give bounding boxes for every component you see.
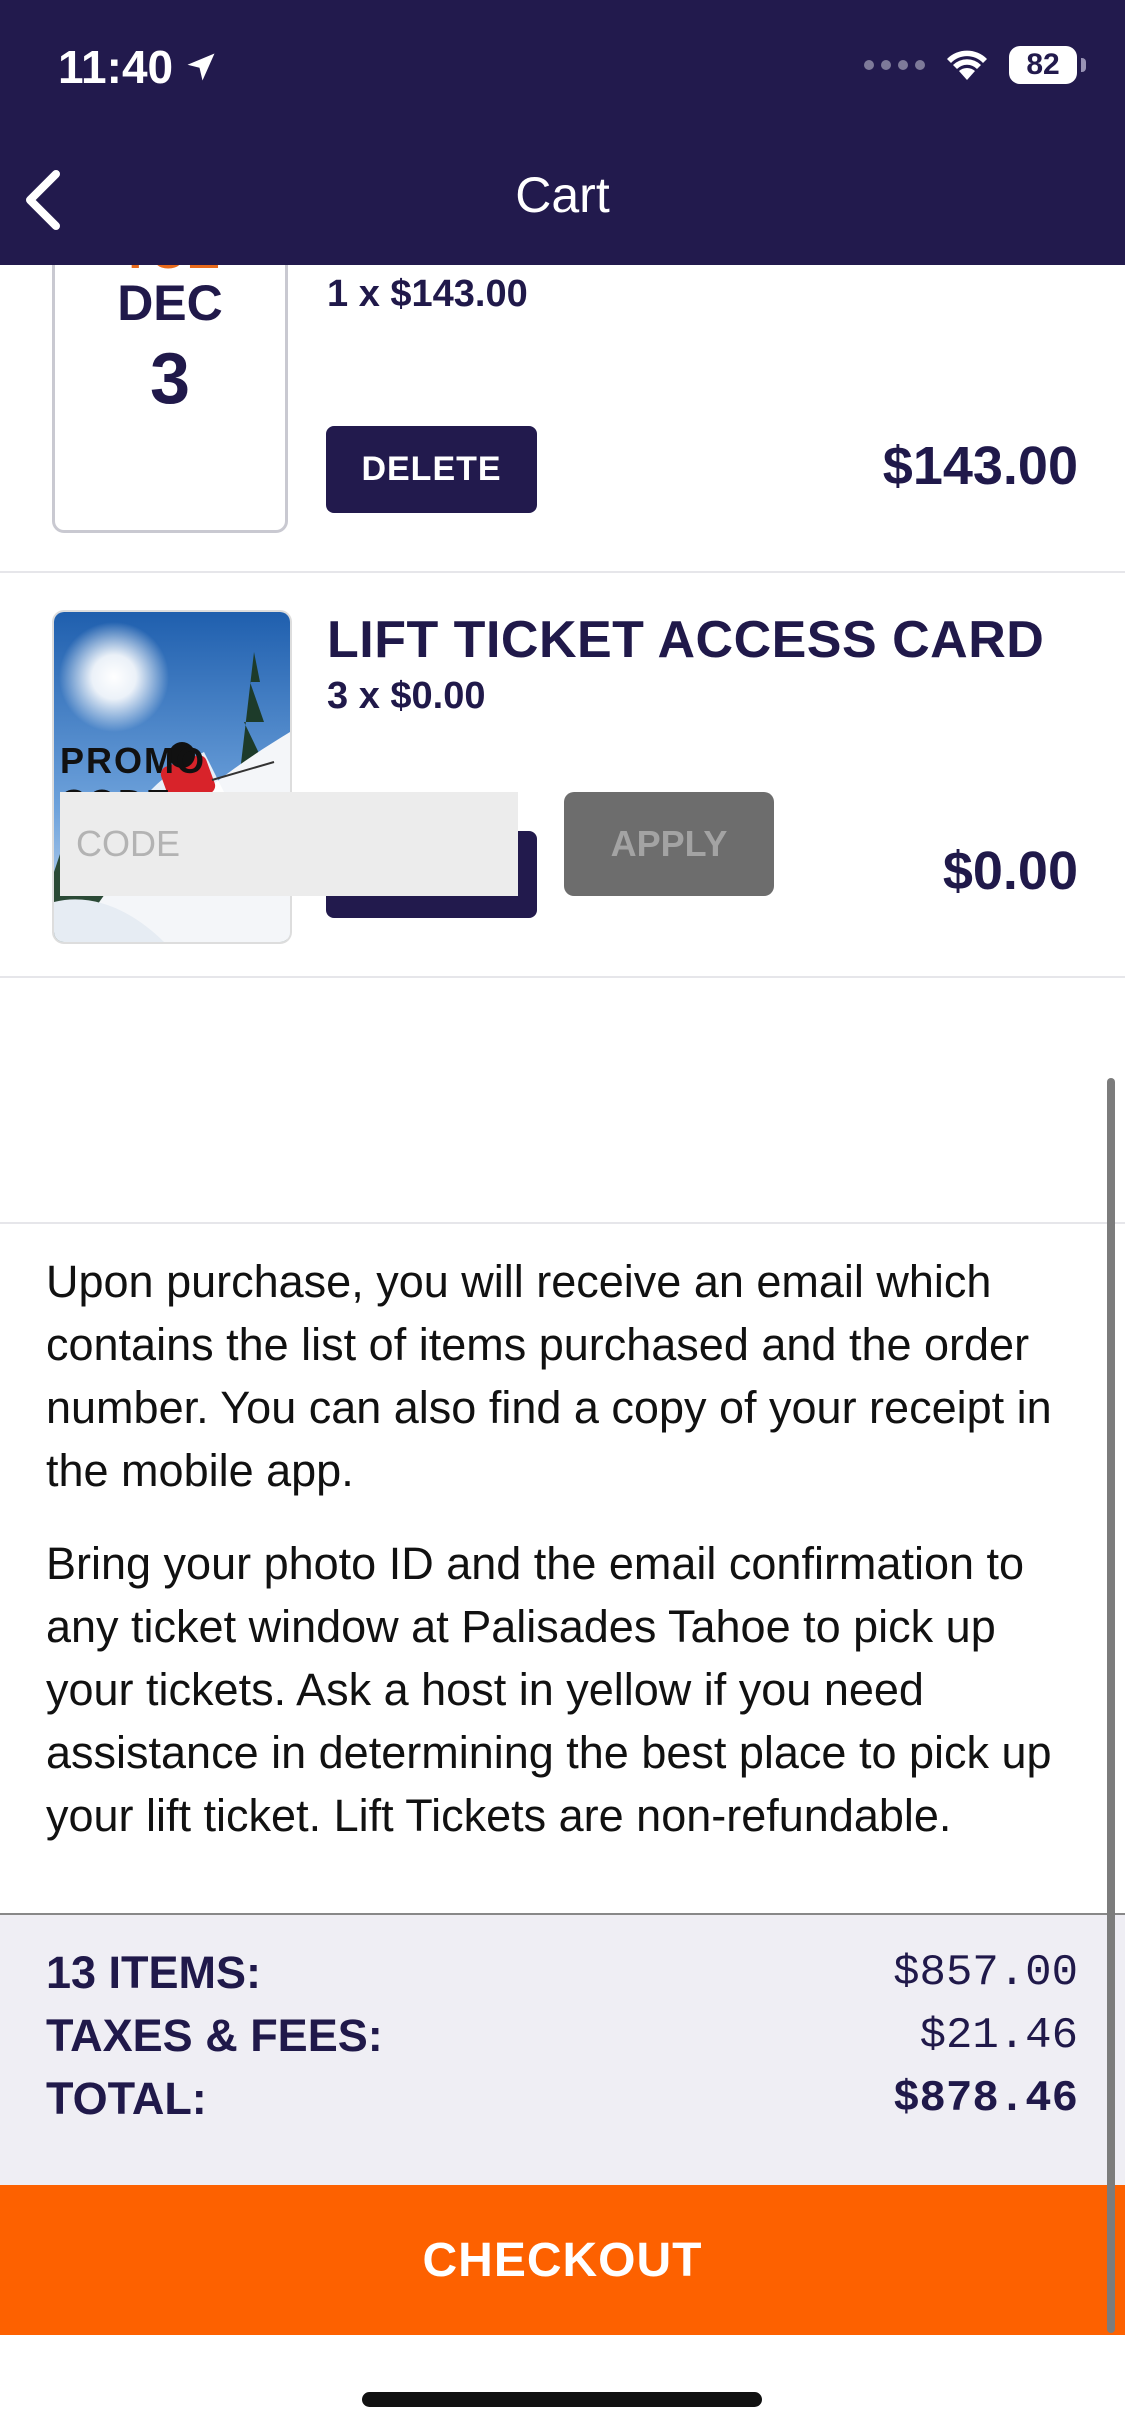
- item-quantity: 3 x $0.00: [327, 675, 486, 717]
- checkout-button[interactable]: CHECKOUT: [0, 2185, 1125, 2335]
- item-divider: [0, 976, 1125, 978]
- date-month: DEC: [117, 275, 223, 331]
- status-time: 11:40: [58, 40, 219, 94]
- pickup-info-text: Bring your photo ID and the email confir…: [46, 1538, 1052, 1841]
- items-count-label: 13 ITEMS:: [46, 1947, 262, 1998]
- wifi-icon: [947, 50, 987, 80]
- item-title: LIFT TICKET ACCESS CARD: [327, 611, 1045, 669]
- battery-icon: 82: [1009, 46, 1086, 84]
- receipt-info-text: Upon purchase, you will receive an email…: [46, 1256, 1052, 1496]
- home-indicator[interactable]: [362, 2392, 762, 2407]
- promo-code-input[interactable]: [60, 792, 518, 896]
- date-day: 3: [149, 339, 191, 419]
- taxes-value: $21.46: [919, 2011, 1078, 2061]
- battery-level: 82: [1026, 48, 1060, 81]
- summary-total-row: TOTAL: $878.46: [46, 2073, 1078, 2125]
- items-subtotal: $857.00: [893, 1948, 1078, 1998]
- order-summary: 13 ITEMS: $857.00 TAXES & FEES: $21.46 T…: [0, 1913, 1125, 2187]
- page-title: Cart: [515, 167, 610, 223]
- delete-button[interactable]: DELETE: [326, 426, 537, 513]
- cart-content[interactable]: TUE DEC 3 1 x $143.00 DELETE $143.00: [0, 265, 1125, 1915]
- scrollbar[interactable]: [1107, 1078, 1115, 2333]
- section-divider: [0, 1222, 1125, 1224]
- apply-button[interactable]: APPLY: [564, 792, 774, 896]
- app-header: 11:40 82 Cart: [0, 0, 1125, 265]
- taxes-label: TAXES & FEES:: [46, 2010, 383, 2061]
- status-indicators: 82: [864, 46, 1086, 84]
- summary-taxes-row: TAXES & FEES: $21.46: [46, 2010, 1078, 2062]
- item-line-total: $0.00: [942, 841, 1078, 901]
- item-line-total: $143.00: [882, 436, 1078, 496]
- total-value: $878.46: [893, 2074, 1078, 2124]
- item-divider: [0, 571, 1125, 573]
- location-arrow-icon: [187, 53, 215, 81]
- cellular-signal-icon: [864, 60, 925, 70]
- total-label: TOTAL:: [46, 2073, 207, 2124]
- date-badge: TUE DEC 3: [52, 265, 288, 533]
- status-time-text: 11:40: [58, 41, 174, 93]
- summary-items-row: 13 ITEMS: $857.00: [46, 1947, 1078, 1999]
- item-quantity: 1 x $143.00: [327, 273, 528, 315]
